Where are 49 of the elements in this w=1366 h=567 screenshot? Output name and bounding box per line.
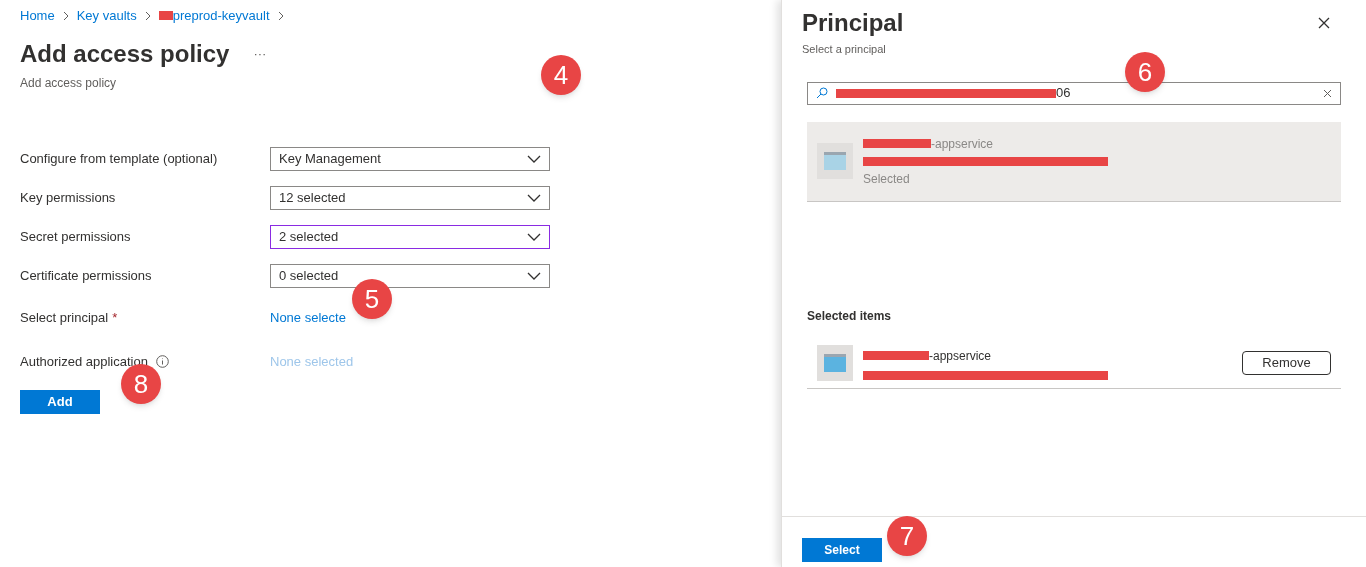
chevron-right-icon bbox=[277, 10, 284, 21]
search-value: 06 bbox=[1056, 84, 1072, 103]
remove-button[interactable]: Remove bbox=[1242, 351, 1331, 375]
panel-title: Principal bbox=[802, 8, 904, 38]
required-mark: * bbox=[112, 308, 118, 327]
page-title: Add access policy bbox=[20, 38, 230, 69]
search-icon bbox=[816, 87, 828, 99]
annotation-badge: 5 bbox=[352, 279, 392, 319]
breadcrumb-link[interactable]: Home bbox=[20, 6, 55, 26]
info-icon bbox=[155, 355, 169, 368]
annotation-badge: 7 bbox=[887, 516, 927, 556]
chevron-down-icon bbox=[527, 233, 541, 241]
field-label: Configure from template (optional) bbox=[20, 150, 218, 169]
more-button[interactable]: ··· bbox=[253, 43, 267, 64]
redaction-mark bbox=[863, 139, 931, 148]
section-heading: Selected items bbox=[807, 307, 893, 325]
item-name: -appservice bbox=[929, 347, 992, 365]
chevron-right-icon bbox=[144, 10, 151, 21]
chevron-down-icon bbox=[527, 155, 541, 163]
dropdown[interactable]: 12 selected bbox=[270, 186, 550, 210]
breadcrumb-link[interactable]: preprod-keyvault bbox=[172, 6, 270, 26]
field-label: Key permissions bbox=[20, 189, 116, 208]
annotation-badge: 4 bbox=[541, 55, 581, 95]
app-icon bbox=[817, 143, 853, 179]
select-link: None selected bbox=[270, 352, 354, 371]
breadcrumb-link[interactable]: Key vaults bbox=[76, 6, 137, 26]
annotation-badge: 6 bbox=[1125, 52, 1165, 92]
close-icon[interactable] bbox=[1318, 17, 1330, 29]
chevron-down-icon bbox=[527, 272, 541, 280]
panel-subtitle: Select a principal bbox=[802, 42, 887, 57]
field-label: Certificate permissions bbox=[20, 267, 152, 286]
page-subtitle: Add access policy bbox=[20, 74, 117, 92]
redaction-mark bbox=[863, 351, 929, 360]
dropdown[interactable]: 2 selected bbox=[270, 225, 550, 249]
add-button[interactable]: Add bbox=[20, 389, 100, 414]
select-link[interactable]: None selecte bbox=[270, 307, 346, 328]
field-label: Select principal bbox=[20, 308, 109, 327]
clear-icon[interactable] bbox=[1323, 88, 1332, 98]
dropdown[interactable]: Key Management bbox=[270, 147, 550, 171]
search-field[interactable]: 06 bbox=[807, 81, 1341, 105]
chevron-down-icon bbox=[527, 194, 541, 202]
field-label: Secret permissions bbox=[20, 228, 131, 247]
item-status: Selected bbox=[863, 170, 911, 188]
redaction-mark bbox=[158, 11, 173, 21]
select-button[interactable]: Select bbox=[802, 538, 882, 562]
app-icon bbox=[817, 345, 853, 381]
chevron-right-icon bbox=[62, 10, 69, 21]
item-name: -appservice bbox=[931, 135, 994, 153]
dropdown[interactable]: 0 selected bbox=[270, 264, 550, 288]
